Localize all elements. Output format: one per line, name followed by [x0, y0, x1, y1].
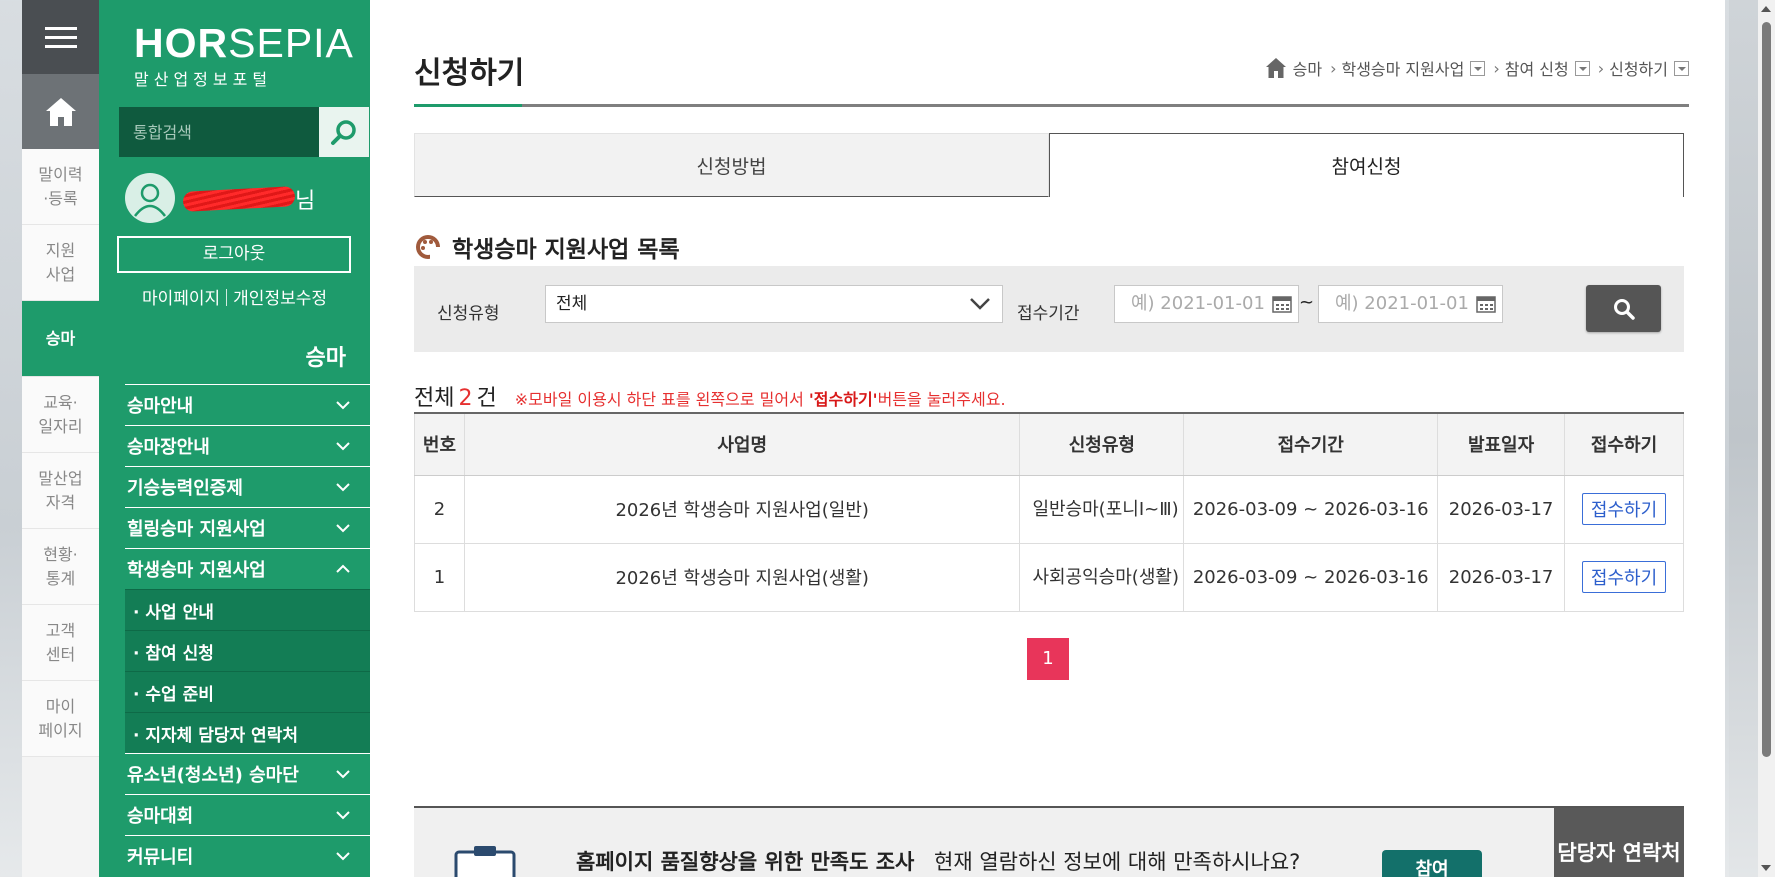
chevron-down-icon[interactable] — [1470, 60, 1486, 76]
strip-item-education[interactable]: 교육· 일자리 — [22, 377, 99, 453]
satisfaction-survey: 홈페이지 품질향상을 위한 만족도 조사 현재 열람하신 정보에 대해 만족하시… — [414, 806, 1684, 877]
sidebar-item-healing[interactable]: 힐링승마 지원사업 — [125, 507, 370, 548]
user-icon — [134, 183, 166, 217]
tab-apply[interactable]: 참여신청 — [1049, 133, 1684, 197]
avatar — [125, 173, 175, 223]
chevron-down-icon[interactable] — [1674, 60, 1689, 76]
end-date-input[interactable]: 예) 2021-01-01 — [1318, 285, 1503, 323]
strip-item-statistics[interactable]: 현황· 통계 — [22, 529, 99, 605]
breadcrumb: 승마 › 학생승마 지원사업 › 참여 신청 › 신청하기 — [1265, 56, 1689, 80]
result-count: 전체 2 건 ※모바일 이용시 하단 표를 왼쪽으로 밀어서 '접수하기'버튼을… — [414, 386, 1006, 411]
scrollbar-thumb[interactable] — [1762, 22, 1771, 757]
scroll-up-icon[interactable] — [1761, 6, 1771, 12]
sidebar-item-riding-guide[interactable]: 승마안내 — [125, 384, 370, 425]
tabs: 신청방법 참여신청 — [414, 133, 1684, 197]
search-button[interactable] — [319, 107, 369, 157]
chevron-up-icon — [336, 564, 350, 573]
mobile-notice: ※모바일 이용시 하단 표를 왼쪽으로 밀어서 '접수하기'버튼을 눌러주세요. — [514, 390, 1006, 409]
search-filter: 신청유형 전체 접수기간 예) 2021-01-01 ~ 예) 2021-01-… — [414, 266, 1684, 352]
strip-item-riding[interactable]: 승마 — [22, 301, 99, 377]
calendar-icon[interactable] — [1272, 295, 1292, 313]
period-label: 접수기간 — [1017, 304, 1080, 324]
sidebar-item-certification[interactable]: 기승능력인증제 — [125, 466, 370, 507]
mypage-link[interactable]: 마이페이지 — [142, 289, 220, 309]
sidebar-subitem-intro[interactable]: · 사업 안내 — [125, 589, 370, 630]
contact-button[interactable]: 담당자 연락처 — [1554, 808, 1684, 877]
strip-item-qualification[interactable]: 말산업 자격 — [22, 453, 99, 529]
scrollbar[interactable] — [1758, 0, 1775, 877]
type-select[interactable]: 전체 — [545, 285, 1003, 323]
main-content: 신청하기 승마 › 학생승마 지원사업 › 참여 신청 › 신청하기 신청방법 참여신… — [370, 0, 1725, 877]
survey-participate-button[interactable]: 참여 — [1382, 850, 1482, 877]
type-label: 신청유형 — [437, 304, 500, 324]
chevron-down-icon[interactable] — [1574, 60, 1590, 76]
strip-item-customer-center[interactable]: 고객 센터 — [22, 605, 99, 681]
chevron-down-icon — [336, 852, 350, 861]
sidebar-item-community[interactable]: 커뮤니티 — [125, 835, 370, 876]
apply-button[interactable]: 접수하기 — [1581, 561, 1667, 593]
page-number-current[interactable]: 1 — [1027, 638, 1069, 680]
sidebar-title: 승마 — [305, 346, 346, 371]
strip-item-mypage[interactable]: 마이 페이지 — [22, 681, 99, 757]
breadcrumb-riding[interactable]: 승마 — [1293, 56, 1322, 80]
sidebar: HORSEPIA 말산업정보포털 님 로그아웃 마이페이지 개인정보수정 승마 승… — [99, 0, 370, 877]
section-title: 학생승마 지원사업 목록 — [414, 230, 680, 264]
chevron-down-icon — [336, 524, 350, 533]
global-nav-strip: 말이력 ·등록 지원 사업 승마 교육· 일자리 말산업 자격 현황· 통계 고… — [22, 0, 99, 877]
sidebar-item-competition[interactable]: 승마대회 — [125, 794, 370, 835]
search-box — [119, 107, 369, 157]
redaction-mark — [182, 186, 296, 212]
search-icon — [331, 120, 356, 145]
sidebar-subitem-contacts[interactable]: · 지자체 담당자 연락처 — [125, 712, 370, 753]
logo-subtitle: 말산업정보포털 — [134, 70, 273, 89]
search-icon — [1613, 298, 1635, 320]
chevron-down-icon — [336, 401, 350, 410]
home-icon[interactable] — [1265, 57, 1287, 79]
account-links: 마이페이지 개인정보수정 — [99, 284, 370, 309]
program-table: 번호 사업명 신청유형 접수기간 발표일자 접수하기 2 2026년 학생승마 … — [414, 412, 1684, 612]
table-header-row: 번호 사업명 신청유형 접수기간 발표일자 접수하기 — [414, 412, 1684, 476]
strip-item-horse-registry[interactable]: 말이력 ·등록 — [22, 149, 99, 225]
breadcrumb-current[interactable]: 신청하기 — [1609, 56, 1668, 80]
user-name: 님 — [182, 183, 315, 214]
user-info: 님 — [125, 173, 315, 223]
sidebar-menu: 승마안내 승마장안내 기승능력인증제 힐링승마 지원사업 학생승마 지원사업 ·… — [125, 384, 370, 876]
palette-icon — [416, 235, 442, 261]
home-button[interactable] — [22, 74, 99, 149]
start-date-input[interactable]: 예) 2021-01-01 — [1114, 285, 1299, 323]
edit-info-link[interactable]: 개인정보수정 — [233, 289, 327, 309]
home-icon — [45, 97, 76, 126]
breadcrumb-student[interactable]: 학생승마 지원사업 — [1341, 56, 1464, 80]
apply-button[interactable]: 접수하기 — [1581, 493, 1667, 525]
chevron-down-icon — [336, 442, 350, 451]
sidebar-subitem-prepare[interactable]: · 수업 준비 — [125, 671, 370, 712]
sidebar-item-youth[interactable]: 유소년(청소년) 승마단 — [125, 753, 370, 794]
chevron-down-icon — [336, 770, 350, 779]
table-row: 1 2026년 학생승마 지원사업(생활) 사회공익승마(생활) 2026-03… — [414, 543, 1684, 612]
chevron-down-icon — [336, 483, 350, 492]
breadcrumb-apply[interactable]: 참여 신청 — [1505, 56, 1569, 80]
chevron-down-icon — [336, 811, 350, 820]
sidebar-item-student[interactable]: 학생승마 지원사업 — [125, 548, 370, 589]
page-title: 신청하기 — [414, 56, 525, 91]
calendar-icon[interactable] — [1476, 295, 1496, 313]
search-input[interactable] — [119, 107, 319, 157]
hamburger-icon — [44, 21, 77, 54]
clipboard-icon — [454, 846, 516, 877]
table-row: 2 2026년 학생승마 지원사업(일반) 일반승마(포니Ⅰ~Ⅲ) 2026-0… — [414, 475, 1684, 544]
sidebar-item-riding-center[interactable]: 승마장안내 — [125, 425, 370, 466]
menu-button[interactable] — [22, 0, 99, 74]
chevron-down-icon — [970, 298, 990, 310]
horsepia-logo[interactable]: HORSEPIA 말산업정보포털 — [134, 22, 354, 90]
logout-button[interactable]: 로그아웃 — [117, 236, 351, 273]
scroll-down-icon[interactable] — [1761, 865, 1771, 871]
sidebar-subitem-apply[interactable]: · 참여 신청 — [125, 630, 370, 671]
strip-item-support[interactable]: 지원 사업 — [22, 225, 99, 301]
search-submit-button[interactable] — [1586, 285, 1661, 332]
title-divider — [414, 104, 1689, 107]
tab-how-to-apply[interactable]: 신청방법 — [414, 133, 1049, 197]
